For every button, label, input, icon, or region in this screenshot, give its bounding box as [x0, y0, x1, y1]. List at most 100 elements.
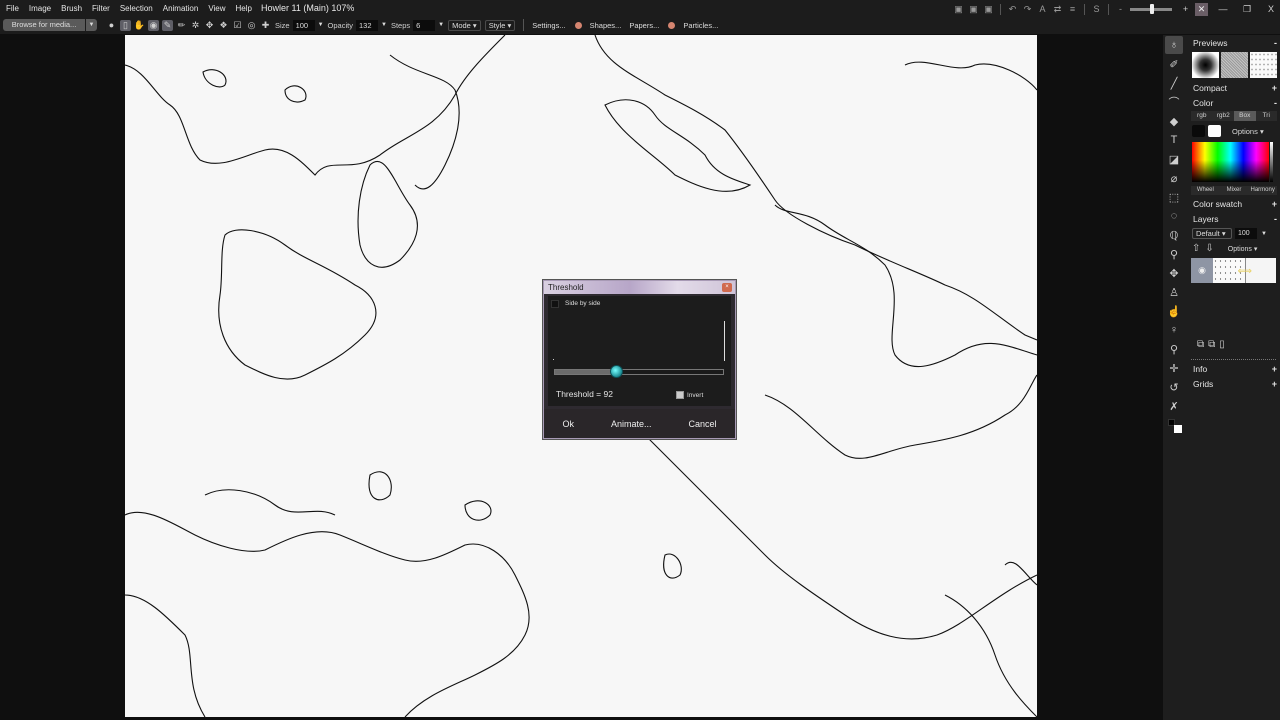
- compact-toggle[interactable]: +: [1272, 83, 1277, 93]
- move-layer-down-icon[interactable]: ⇩: [1205, 243, 1213, 254]
- grids-toggle[interactable]: +: [1272, 379, 1277, 389]
- layer-opacity-dropdown-icon[interactable]: ▼: [1261, 231, 1267, 237]
- layer-options-button[interactable]: Options ▾: [1228, 245, 1258, 253]
- particles-button[interactable]: Particles...: [683, 21, 718, 30]
- clone-icon[interactable]: ♙: [1165, 283, 1183, 301]
- tab-rgb2[interactable]: rgb2: [1213, 111, 1235, 121]
- ellipse-select-icon[interactable]: ◌: [1165, 207, 1183, 225]
- pen-tablet-icon[interactable]: ✎: [162, 19, 173, 31]
- layers-toggle[interactable]: -: [1274, 214, 1277, 224]
- hand-tool-icon[interactable]: ☝: [1165, 302, 1183, 320]
- opacity-dropdown-icon[interactable]: ▼: [381, 22, 387, 28]
- move-icon[interactable]: ✥: [204, 20, 215, 31]
- restore-button[interactable]: ❐: [1238, 4, 1256, 15]
- invert-checkbox[interactable]: [676, 391, 684, 399]
- ok-button[interactable]: Ok: [556, 416, 580, 432]
- secondary-color-swatch[interactable]: [1208, 125, 1221, 137]
- action-a-icon[interactable]: A: [1037, 4, 1048, 15]
- animate-button[interactable]: Animate...: [605, 416, 658, 432]
- gray-slider[interactable]: [1270, 142, 1273, 182]
- steps-dropdown-icon[interactable]: ▼: [438, 22, 444, 28]
- minimize-button[interactable]: —: [1214, 4, 1232, 14]
- transform-icon[interactable]: ✥: [1165, 264, 1183, 282]
- menu-help[interactable]: Help: [231, 4, 257, 13]
- layout-2-icon[interactable]: ▣: [968, 4, 979, 15]
- secondary-color-chip[interactable]: [1174, 425, 1182, 433]
- menu-selection[interactable]: Selection: [115, 4, 158, 13]
- menu-view[interactable]: View: [203, 4, 230, 13]
- menu-animation[interactable]: Animation: [158, 4, 204, 13]
- script-s-icon[interactable]: S: [1091, 4, 1102, 15]
- layout-3-icon[interactable]: ▣: [983, 4, 994, 15]
- cycle-icon[interactable]: ✲: [190, 20, 201, 31]
- size-dropdown-icon[interactable]: ▼: [318, 22, 324, 28]
- tab-harmony[interactable]: Harmony: [1248, 186, 1277, 195]
- fit-view-icon[interactable]: ✕: [1195, 2, 1208, 16]
- move-layer-up-icon[interactable]: ⇧: [1192, 243, 1200, 254]
- crop-tool-icon[interactable]: ◪: [1165, 150, 1183, 168]
- style-select[interactable]: Style ▾: [484, 19, 516, 31]
- compact-header[interactable]: Compact +: [1189, 81, 1280, 95]
- text-tool-icon[interactable]: T: [1165, 131, 1183, 149]
- edit-icon[interactable]: ☑: [232, 20, 243, 31]
- threshold-slider-knob[interactable]: [609, 365, 623, 378]
- color-header[interactable]: Color -: [1189, 96, 1280, 110]
- pushpin-icon[interactable]: ✗: [1165, 397, 1183, 415]
- zoom-100-icon[interactable]: ⚲: [1165, 340, 1183, 358]
- size-field[interactable]: 100: [292, 19, 315, 31]
- cross-icon[interactable]: ✚: [260, 20, 271, 31]
- threshold-slider[interactable]: [554, 365, 724, 378]
- settings-button[interactable]: Settings...: [532, 21, 565, 30]
- browse-media-button[interactable]: Browse for media...: [3, 19, 85, 31]
- preview-sparse-brush[interactable]: [1250, 52, 1277, 78]
- color-toggle[interactable]: -: [1274, 98, 1277, 108]
- hand-icon[interactable]: ✋: [134, 20, 145, 31]
- blend-mode-select[interactable]: Default ▾: [1192, 228, 1232, 239]
- color-options-button[interactable]: Options ▾: [1232, 127, 1264, 136]
- close-button[interactable]: X: [1262, 4, 1280, 14]
- color-spectrum-box[interactable]: [1192, 142, 1269, 182]
- new-layer-icon[interactable]: ⧉: [1197, 339, 1204, 350]
- preview-soft-brush[interactable]: [1192, 52, 1219, 78]
- browse-dropdown-button[interactable]: ▼: [86, 19, 97, 31]
- rect-select-icon[interactable]: ⬚: [1165, 188, 1183, 206]
- redo-icon[interactable]: ↷: [1022, 4, 1033, 15]
- side-by-side-checkbox[interactable]: [551, 300, 559, 308]
- layer-opacity-field[interactable]: 100: [1235, 228, 1257, 239]
- menu-file[interactable]: File: [0, 4, 24, 13]
- layer-item[interactable]: ◉ ⟺: [1191, 258, 1276, 283]
- preview-noise-brush[interactable]: [1221, 52, 1248, 78]
- stamp-icon[interactable]: ❖: [218, 20, 229, 31]
- previews-toggle[interactable]: -: [1274, 38, 1277, 48]
- dialog-titlebar[interactable]: Threshold ×: [544, 281, 735, 294]
- duplicate-layer-icon[interactable]: ⧉: [1208, 339, 1215, 350]
- list-icon[interactable]: ≡: [1067, 4, 1078, 15]
- circle-icon[interactable]: ◎: [246, 20, 257, 31]
- papers-button[interactable]: Papers...: [629, 21, 659, 30]
- pin-icon[interactable]: ⚲: [1165, 245, 1183, 263]
- color-swatch-toggle[interactable]: +: [1272, 199, 1277, 209]
- tab-wheel[interactable]: Wheel: [1191, 186, 1220, 195]
- tab-mixer[interactable]: Mixer: [1220, 186, 1249, 195]
- smudge-tool-icon[interactable]: ✐: [1165, 55, 1183, 73]
- zoom-out-button[interactable]: -: [1115, 4, 1126, 15]
- action-swap-icon[interactable]: ⇄: [1052, 4, 1063, 15]
- crosshair-icon[interactable]: ✛: [1165, 359, 1183, 377]
- dialog-close-button[interactable]: ×: [722, 283, 732, 292]
- undo-icon[interactable]: ↶: [1007, 4, 1018, 15]
- tab-rgb[interactable]: rgb: [1191, 111, 1213, 121]
- eye-icon[interactable]: ◉: [148, 19, 159, 31]
- menu-image[interactable]: Image: [24, 4, 56, 13]
- curve-tool-icon[interactable]: ⌒: [1165, 93, 1183, 111]
- grids-header[interactable]: Grids +: [1189, 377, 1280, 391]
- magnify-icon[interactable]: ♀: [1165, 321, 1183, 339]
- previews-header[interactable]: Previews -: [1189, 36, 1280, 50]
- eraser-shape-icon[interactable]: ⌀: [1165, 169, 1183, 187]
- layout-1-icon[interactable]: ▣: [953, 4, 964, 15]
- info-toggle[interactable]: +: [1272, 364, 1277, 374]
- shapes-button[interactable]: Shapes...: [590, 21, 622, 30]
- dot-brush-icon[interactable]: ●: [106, 20, 117, 31]
- layer-link-arrow-icon[interactable]: ⟺: [1238, 266, 1252, 277]
- menu-filter[interactable]: Filter: [87, 4, 115, 13]
- layers-header[interactable]: Layers -: [1189, 212, 1280, 226]
